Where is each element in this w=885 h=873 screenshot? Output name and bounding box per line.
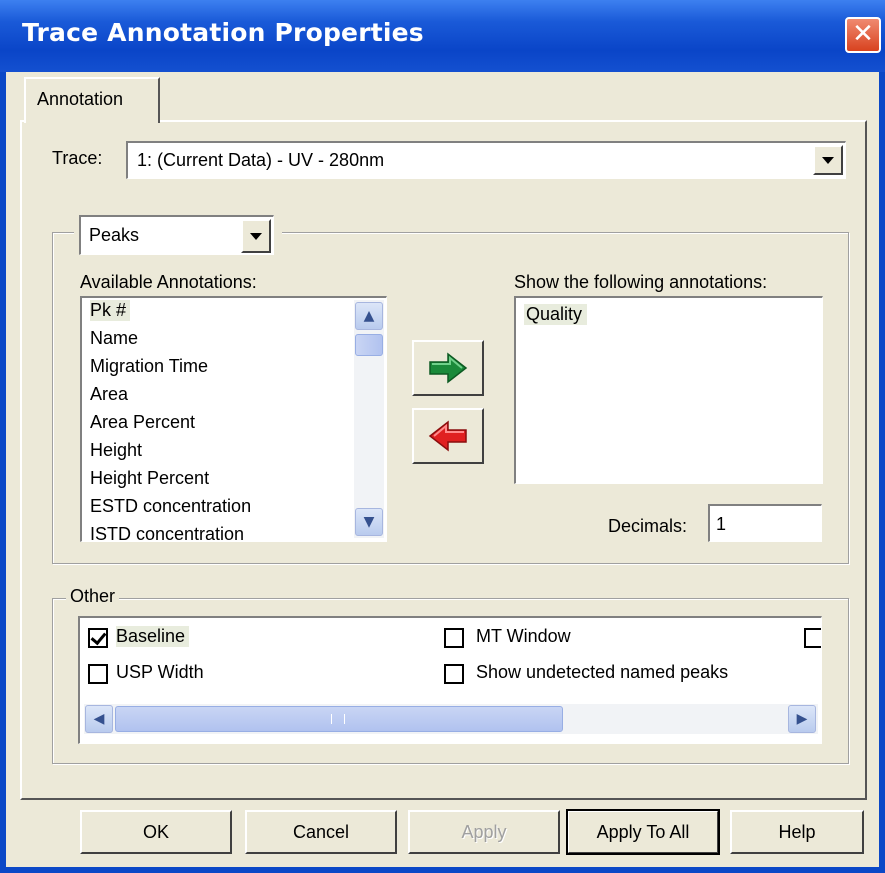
scroll-thumb[interactable] bbox=[355, 334, 383, 356]
chevron-down-icon[interactable] bbox=[813, 145, 843, 175]
annotation-type-value: Peaks bbox=[89, 225, 140, 245]
decimals-value: 1 bbox=[716, 514, 727, 534]
trace-dropdown[interactable]: 1: (Current Data) - UV - 280nm bbox=[126, 141, 846, 179]
show-undetected-label[interactable]: Show undetected named peaks bbox=[476, 662, 728, 683]
available-list-scrollbar[interactable]: ▲ ▼ bbox=[354, 300, 384, 538]
cancel-button[interactable]: Cancel bbox=[245, 810, 397, 854]
annotation-type-dropdown[interactable]: Peaks bbox=[79, 215, 274, 255]
decimals-label: Decimals: bbox=[608, 516, 688, 536]
shown-annotations-label: Show the following annotations: bbox=[514, 272, 768, 292]
tab-annotation[interactable]: Annotation bbox=[24, 77, 160, 123]
baseline-label[interactable]: Baseline bbox=[116, 626, 190, 647]
baseline-checkbox[interactable] bbox=[88, 628, 108, 648]
list-item[interactable]: Height bbox=[90, 440, 142, 461]
scroll-down-button[interactable]: ▼ bbox=[355, 508, 383, 536]
scroll-thumb[interactable] bbox=[115, 706, 563, 732]
remove-annotation-button[interactable] bbox=[412, 408, 484, 464]
chevron-up-icon: ▲ bbox=[363, 308, 375, 324]
chevron-down-icon: ▼ bbox=[363, 514, 375, 530]
green-right-arrow-icon bbox=[429, 352, 468, 384]
decimals-input[interactable]: 1 bbox=[708, 504, 822, 542]
chevron-left-icon: ◀ bbox=[93, 711, 105, 727]
apply-button[interactable]: Apply bbox=[408, 810, 560, 854]
usp-width-label[interactable]: USP Width bbox=[116, 662, 204, 683]
available-annotations-list[interactable]: Pk # Name Migration Time Area Area Perce… bbox=[80, 296, 387, 542]
list-item[interactable]: Area bbox=[90, 384, 128, 405]
apply-to-all-button[interactable]: Apply To All bbox=[566, 809, 720, 855]
close-icon: ✕ bbox=[852, 19, 874, 49]
list-item[interactable]: Migration Time bbox=[90, 356, 208, 377]
list-item[interactable]: Name bbox=[90, 328, 138, 349]
close-button[interactable]: ✕ bbox=[845, 17, 881, 53]
options-horizontal-scrollbar[interactable]: ◀ ▶ bbox=[84, 704, 818, 734]
chevron-right-icon: ▶ bbox=[796, 711, 808, 727]
mt-window-checkbox[interactable] bbox=[444, 628, 464, 648]
add-annotation-button[interactable] bbox=[412, 340, 484, 396]
show-undetected-checkbox[interactable] bbox=[444, 664, 464, 684]
trace-label: Trace: bbox=[52, 148, 103, 168]
list-item[interactable]: Pk # bbox=[90, 300, 131, 321]
partial-checkbox[interactable] bbox=[804, 628, 821, 648]
list-item[interactable]: Quality bbox=[524, 304, 588, 325]
mt-window-label[interactable]: MT Window bbox=[476, 626, 571, 647]
title-bar[interactable]: Trace Annotation Properties ✕ bbox=[0, 0, 885, 72]
other-group-label: Other bbox=[66, 586, 120, 607]
ok-button[interactable]: OK bbox=[80, 810, 232, 854]
tab-annotation-label: Annotation bbox=[37, 89, 124, 109]
list-item[interactable]: Area Percent bbox=[90, 412, 195, 433]
list-item[interactable]: ISTD concentration bbox=[90, 524, 244, 541]
window-frame-right bbox=[879, 72, 885, 873]
usp-width-checkbox[interactable] bbox=[88, 664, 108, 684]
help-button[interactable]: Help bbox=[730, 810, 864, 854]
grip-icon bbox=[331, 714, 345, 724]
scroll-left-button[interactable]: ◀ bbox=[85, 705, 113, 733]
window-title: Trace Annotation Properties bbox=[22, 18, 424, 47]
trace-value: 1: (Current Data) - UV - 280nm bbox=[137, 150, 385, 170]
scroll-up-button[interactable]: ▲ bbox=[355, 302, 383, 330]
window-frame-bottom bbox=[0, 867, 885, 873]
red-left-arrow-icon bbox=[428, 420, 467, 452]
other-options-list[interactable]: Baseline MT Window USP Width Show undete… bbox=[78, 616, 822, 744]
scroll-right-button[interactable]: ▶ bbox=[788, 705, 816, 733]
chevron-down-icon[interactable] bbox=[241, 219, 271, 253]
available-annotations-label: Available Annotations: bbox=[80, 272, 257, 292]
list-item[interactable]: Height Percent bbox=[90, 468, 209, 489]
list-item[interactable]: ESTD concentration bbox=[90, 496, 251, 517]
window-frame-left bbox=[0, 72, 6, 873]
shown-annotations-list[interactable]: Quality bbox=[514, 296, 823, 484]
